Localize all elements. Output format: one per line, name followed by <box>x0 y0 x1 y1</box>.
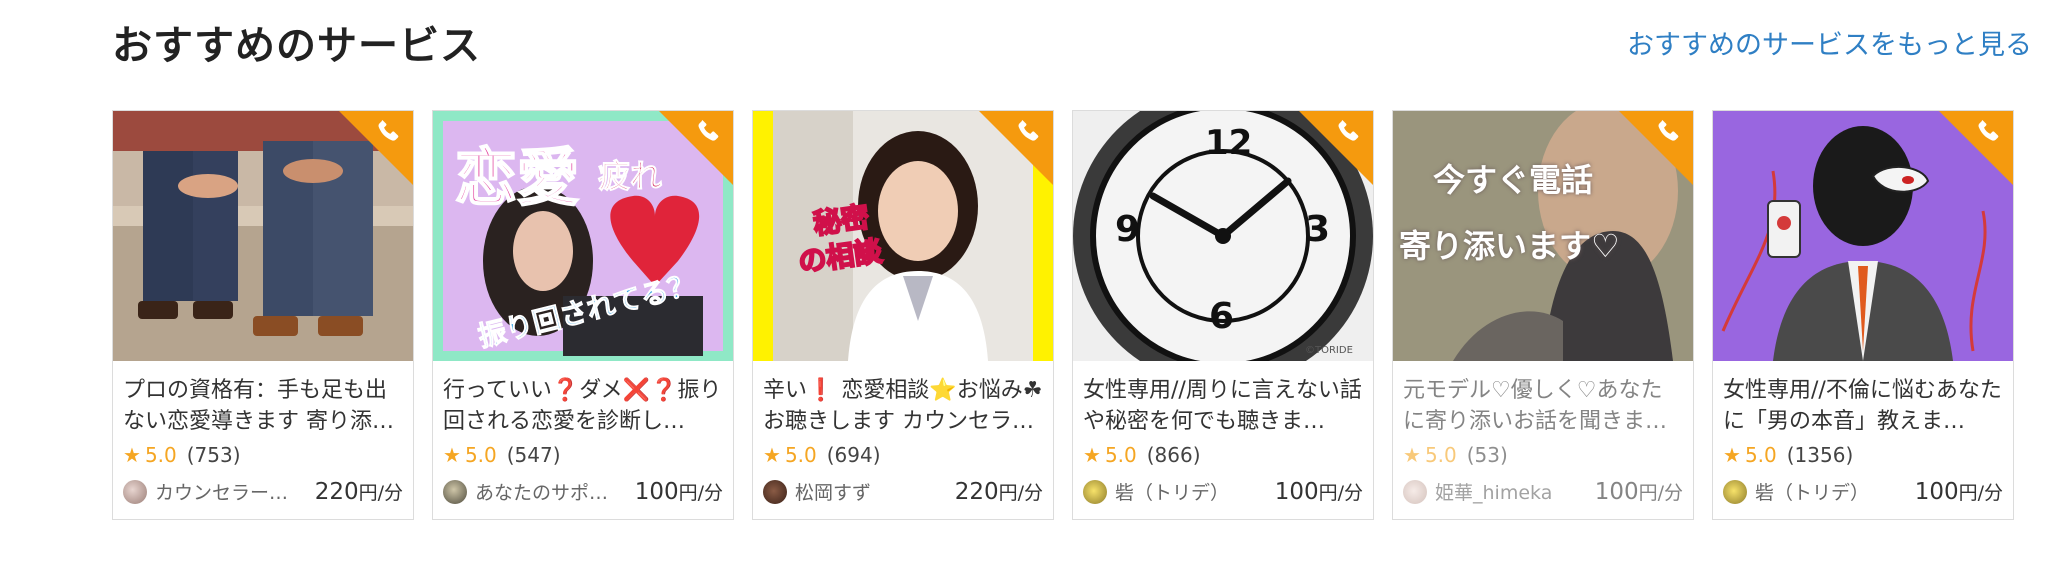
avatar[interactable] <box>123 479 147 504</box>
thumb-caption: 疲れ <box>597 157 663 196</box>
seller-name[interactable]: 松岡すず <box>795 478 947 505</box>
phone-icon <box>693 115 727 149</box>
price: 100円/分 <box>1915 478 2003 505</box>
phone-icon <box>1013 115 1047 149</box>
service-title[interactable]: プロの資格有：手も足も出ない恋愛導きます 寄り添… <box>123 375 403 437</box>
seller-row: 姫華_himeka 100円/分 <box>1403 478 1683 505</box>
price-unit: 円/分 <box>1958 482 2003 504</box>
phone-icon <box>1653 115 1687 149</box>
price: 100円/分 <box>635 478 723 505</box>
service-card[interactable]: 秘密 の相談 辛い❗ 恋愛相談⭐お悩み☘お聴きします カウンセラ… ★ 5.0 … <box>752 110 1054 520</box>
review-count: (866) <box>1146 443 1201 467</box>
seller-name[interactable]: 姫華_himeka <box>1435 478 1587 505</box>
more-services-link[interactable]: おすすめのサービスをもっと見る <box>1627 26 2032 66</box>
thumb-caption: 今すぐ電話 <box>1433 161 1594 199</box>
rating: ★ 5.0 (753) <box>123 443 403 467</box>
price-unit: 円/分 <box>1638 482 1683 504</box>
seller-row: カウンセラー… 220円/分 <box>123 478 403 505</box>
rating-score: 5.0 <box>144 443 177 467</box>
service-card[interactable]: プロの資格有：手も足も出ない恋愛導きます 寄り添… ★ 5.0 (753) カウ… <box>112 110 414 520</box>
service-card[interactable]: 今すぐ電話 寄り添います♡ 元モデル♡優しく♡あなたに寄り添いお話を聞きま… ★… <box>1392 110 1694 520</box>
thumb-caption: 恋愛 <box>454 140 580 215</box>
seller-row: 砦（トリデ） 100円/分 <box>1723 478 2003 505</box>
review-count: (53) <box>1466 443 1508 467</box>
price-value: 100 <box>1914 479 1959 505</box>
price: 100円/分 <box>1275 478 1363 505</box>
price-value: 100 <box>634 479 679 505</box>
rating: ★ 5.0 (53) <box>1403 443 1683 467</box>
star-icon: ★ <box>123 443 141 467</box>
service-title[interactable]: 行っていい❓ダメ❌❓振り回される恋愛を診断し… <box>443 375 723 437</box>
price: 100円/分 <box>1595 478 1683 505</box>
price-value: 220 <box>954 479 999 505</box>
service-thumbnail[interactable]: 秘密 の相談 <box>753 111 1053 361</box>
service-card[interactable]: 女性専用//不倫に悩むあなたに「男の本音」教えま… ★ 5.0 (1356) 砦… <box>1712 110 2014 520</box>
price-unit: 円/分 <box>1318 482 1363 504</box>
star-icon: ★ <box>1723 443 1741 467</box>
price-value: 220 <box>314 479 359 505</box>
star-icon: ★ <box>443 443 461 467</box>
seller-row: 松岡すず 220円/分 <box>763 478 1043 505</box>
service-card[interactable]: 恋愛 疲れ 振り回されてる？ 行っていい❓ダメ❌❓振り回される恋愛を診断し… ★… <box>432 110 734 520</box>
rating-score: 5.0 <box>784 443 817 467</box>
service-thumbnail[interactable] <box>1713 111 2013 361</box>
review-count: (753) <box>186 443 241 467</box>
rating-score: 5.0 <box>1104 443 1137 467</box>
service-thumbnail[interactable]: 恋愛 疲れ 振り回されてる？ <box>433 111 733 361</box>
service-thumbnail[interactable]: 12 9 3 6 ©TORIDE <box>1073 111 1373 361</box>
seller-row: 砦（トリデ） 100円/分 <box>1083 478 1363 505</box>
avatar[interactable] <box>1723 479 1747 504</box>
review-count: (547) <box>506 443 561 467</box>
price-value: 100 <box>1594 479 1639 505</box>
rating: ★ 5.0 (866) <box>1083 443 1363 467</box>
rating-score: 5.0 <box>1744 443 1777 467</box>
rating-score: 5.0 <box>1424 443 1457 467</box>
service-title[interactable]: 女性専用//周りに言えない話や秘密を何でも聴きま… <box>1083 375 1363 437</box>
service-card[interactable]: 12 9 3 6 ©TORIDE 女性専用//周りに言えない話や秘密を何でも聴き… <box>1072 110 1374 520</box>
seller-name[interactable]: 砦（トリデ） <box>1115 478 1267 505</box>
rating: ★ 5.0 (694) <box>763 443 1043 467</box>
clock-numeral: 6 <box>1209 296 1235 337</box>
phone-icon <box>1973 115 2007 149</box>
price: 220円/分 <box>315 478 403 505</box>
clock-numeral: 3 <box>1305 209 1331 250</box>
review-count: (694) <box>826 443 881 467</box>
avatar[interactable] <box>763 479 787 504</box>
phone-icon <box>373 115 407 149</box>
star-icon: ★ <box>1403 443 1421 467</box>
rating: ★ 5.0 (547) <box>443 443 723 467</box>
seller-row: あなたのサポ… 100円/分 <box>443 478 723 505</box>
phone-icon <box>1333 115 1367 149</box>
avatar[interactable] <box>1403 479 1427 504</box>
review-count: (1356) <box>1786 443 1854 467</box>
price: 220円/分 <box>955 478 1043 505</box>
rating: ★ 5.0 (1356) <box>1723 443 2003 467</box>
service-thumbnail[interactable] <box>113 111 413 361</box>
avatar[interactable] <box>1083 479 1107 504</box>
seller-name[interactable]: カウンセラー… <box>155 478 307 505</box>
thumb-caption: 寄り添います♡ <box>1399 227 1620 265</box>
service-title[interactable]: 元モデル♡優しく♡あなたに寄り添いお話を聞きま… <box>1403 375 1683 437</box>
service-thumbnail[interactable]: 今すぐ電話 寄り添います♡ <box>1393 111 1693 361</box>
service-title[interactable]: 女性専用//不倫に悩むあなたに「男の本音」教えま… <box>1723 375 2003 437</box>
price-unit: 円/分 <box>678 482 723 504</box>
price-unit: 円/分 <box>358 482 403 504</box>
avatar[interactable] <box>443 479 467 504</box>
service-title[interactable]: 辛い❗ 恋愛相談⭐お悩み☘お聴きします カウンセラ… <box>763 375 1043 437</box>
service-card-list: プロの資格有：手も足も出ない恋愛導きます 寄り添… ★ 5.0 (753) カウ… <box>112 110 2014 520</box>
seller-name[interactable]: あなたのサポ… <box>475 478 627 505</box>
price-value: 100 <box>1274 479 1319 505</box>
star-icon: ★ <box>1083 443 1101 467</box>
clock-numeral: 12 <box>1205 123 1253 163</box>
clock-numeral: 9 <box>1115 209 1141 250</box>
price-unit: 円/分 <box>998 482 1043 504</box>
section-title: おすすめのサービス <box>112 23 481 69</box>
star-icon: ★ <box>763 443 781 467</box>
image-watermark: ©TORIDE <box>1305 345 1353 356</box>
rating-score: 5.0 <box>464 443 497 467</box>
seller-name[interactable]: 砦（トリデ） <box>1755 478 1907 505</box>
